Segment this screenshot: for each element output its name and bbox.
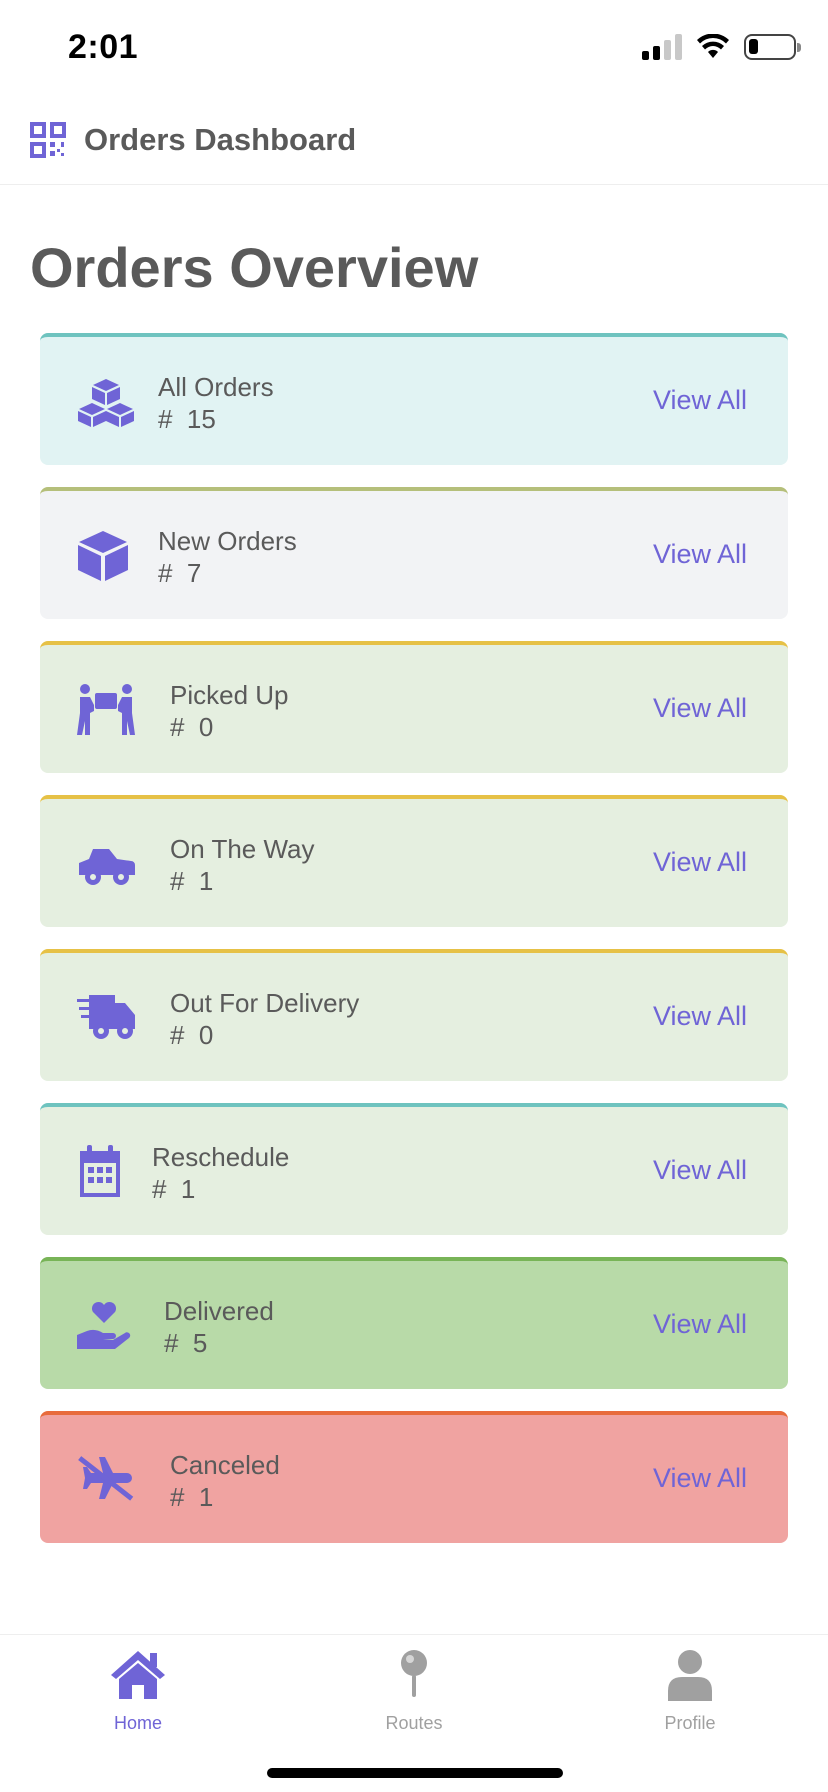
app-header: Orders Dashboard bbox=[0, 100, 828, 185]
battery-icon bbox=[744, 34, 801, 60]
status-icons bbox=[642, 34, 801, 60]
card-title: On The Way bbox=[170, 834, 315, 864]
map-pin-icon bbox=[401, 1650, 427, 1697]
status-time: 2:01 bbox=[68, 28, 139, 66]
user-icon bbox=[668, 1650, 712, 1701]
tab-routes[interactable]: Routes bbox=[344, 1649, 484, 1734]
plane-slash-icon bbox=[77, 1453, 135, 1507]
card-delivered[interactable]: Delivered # 5 View All bbox=[40, 1257, 788, 1389]
card-text: Canceled # 1 bbox=[170, 1449, 280, 1513]
view-all-link[interactable]: View All bbox=[653, 1463, 747, 1494]
wifi-icon bbox=[697, 34, 729, 58]
card-text: On The Way # 1 bbox=[170, 833, 315, 897]
card-text: Out For Delivery # 0 bbox=[170, 987, 359, 1051]
tab-home[interactable]: Home bbox=[68, 1649, 208, 1734]
hand-holding-heart-icon bbox=[77, 1299, 135, 1353]
status-bar: 2:01 bbox=[0, 0, 828, 100]
tab-label: Home bbox=[113, 1713, 162, 1733]
card-count: # 7 bbox=[158, 558, 202, 588]
view-all-link[interactable]: View All bbox=[653, 385, 747, 416]
card-text: Picked Up # 0 bbox=[170, 679, 289, 743]
card-count: # 0 bbox=[170, 1020, 214, 1050]
card-text: Delivered # 5 bbox=[164, 1295, 274, 1359]
card-picked-up[interactable]: Picked Up # 0 View All bbox=[40, 641, 788, 773]
card-count: # 1 bbox=[152, 1174, 196, 1204]
shipping-fast-icon bbox=[77, 991, 135, 1045]
card-title: Reschedule bbox=[152, 1142, 290, 1172]
card-title: Delivered bbox=[164, 1296, 274, 1326]
card-count: # 15 bbox=[158, 404, 216, 434]
card-on-the-way[interactable]: On The Way # 1 View All bbox=[40, 795, 788, 927]
card-out-for-delivery[interactable]: Out For Delivery # 0 View All bbox=[40, 949, 788, 1081]
card-text: New Orders # 7 bbox=[158, 525, 297, 589]
view-all-link[interactable]: View All bbox=[653, 693, 747, 724]
view-all-link[interactable]: View All bbox=[653, 1155, 747, 1186]
card-count: # 1 bbox=[170, 1482, 214, 1512]
card-title: Canceled bbox=[170, 1450, 280, 1480]
tab-profile[interactable]: Profile bbox=[620, 1649, 760, 1734]
box-icon bbox=[77, 529, 135, 583]
card-title: Picked Up bbox=[170, 680, 289, 710]
view-all-link[interactable]: View All bbox=[653, 1309, 747, 1340]
signal-icon bbox=[642, 34, 682, 60]
card-count: # 5 bbox=[164, 1328, 208, 1358]
card-text: All Orders # 15 bbox=[158, 371, 274, 435]
card-canceled[interactable]: Canceled # 1 View All bbox=[40, 1411, 788, 1543]
home-indicator bbox=[267, 1768, 563, 1778]
view-all-link[interactable]: View All bbox=[653, 1001, 747, 1032]
people-carry-icon bbox=[77, 683, 135, 737]
home-icon bbox=[111, 1651, 165, 1699]
tab-label: Routes bbox=[385, 1713, 443, 1733]
card-count: # 1 bbox=[170, 866, 214, 896]
tab-label: Profile bbox=[664, 1713, 716, 1733]
card-title: Out For Delivery bbox=[170, 988, 360, 1018]
cubes-icon bbox=[77, 375, 135, 429]
card-title: New Orders bbox=[158, 526, 297, 556]
view-all-link[interactable]: View All bbox=[653, 539, 747, 570]
qr-code-icon[interactable] bbox=[30, 122, 66, 158]
order-status-list: All Orders # 15 View All New Orders # 7 … bbox=[40, 333, 788, 1565]
card-title: All Orders bbox=[158, 372, 274, 402]
card-count: # 0 bbox=[170, 712, 214, 742]
view-all-link[interactable]: View All bbox=[653, 847, 747, 878]
truck-pickup-icon bbox=[77, 837, 135, 891]
card-all-orders[interactable]: All Orders # 15 View All bbox=[40, 333, 788, 465]
calendar-icon bbox=[78, 1145, 122, 1199]
card-reschedule[interactable]: Reschedule # 1 View All bbox=[40, 1103, 788, 1235]
page-title: Orders Overview bbox=[30, 236, 479, 299]
card-new-orders[interactable]: New Orders # 7 View All bbox=[40, 487, 788, 619]
header-title: Orders Dashboard bbox=[84, 122, 357, 157]
card-text: Reschedule # 1 bbox=[152, 1141, 289, 1205]
